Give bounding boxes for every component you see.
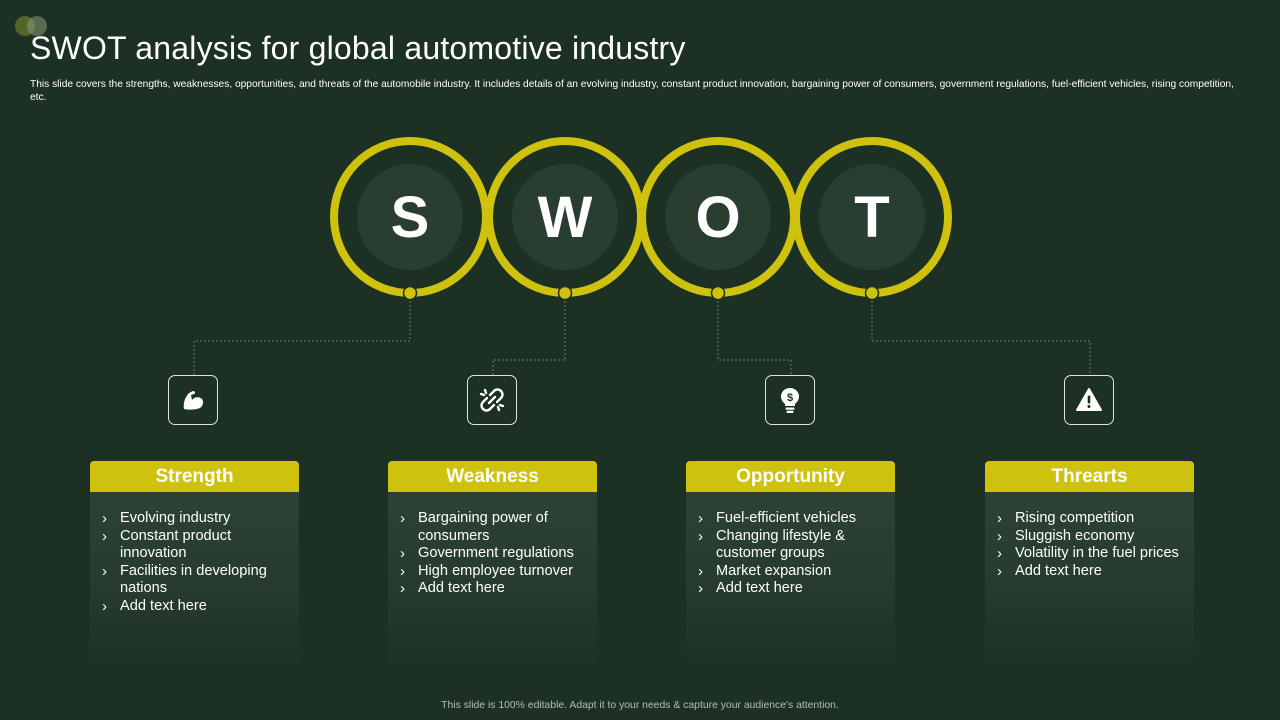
list-item: Sluggish economy (997, 528, 1180, 546)
list-item: Rising competition (997, 510, 1180, 528)
connector-line-s (193, 297, 411, 375)
threats-card: Threarts Rising competition Sluggish eco… (985, 461, 1194, 671)
weakness-list: Bargaining power of consumers Government… (400, 510, 583, 598)
list-item: Constant product innovation (102, 528, 285, 563)
list-item: Fuel-efficient vehicles (698, 510, 881, 528)
connector-line-t (871, 297, 1091, 375)
list-item: Government regulations (400, 545, 583, 563)
opportunity-icon-box: $ (765, 375, 815, 425)
weakness-header: Weakness (388, 461, 597, 492)
warning-triangle-icon (1076, 388, 1102, 411)
letter-o: O (695, 185, 741, 250)
strength-icon-box (168, 375, 218, 425)
weakness-icon-box (467, 375, 517, 425)
strength-header: Strength (90, 461, 299, 492)
threats-icon-box (1064, 375, 1114, 425)
letter-w: W (537, 185, 593, 250)
strength-list: Evolving industry Constant product innov… (102, 510, 285, 616)
weakness-body: Bargaining power of consumers Government… (388, 492, 597, 671)
connector-line-w (492, 297, 566, 375)
letter-t: T (854, 185, 890, 250)
list-item: Market expansion (698, 563, 881, 581)
ring-dot-s (402, 285, 418, 301)
opportunity-header: Opportunity (686, 461, 895, 492)
connector-lines (193, 297, 1091, 375)
svg-text:$: $ (787, 392, 793, 404)
weakness-card: Weakness Bargaining power of consumers G… (388, 461, 597, 671)
list-item: Volatility in the fuel prices (997, 545, 1180, 563)
strength-card: Strength Evolving industry Constant prod… (90, 461, 299, 671)
list-item: Bargaining power of consumers (400, 510, 583, 545)
strength-body: Evolving industry Constant product innov… (90, 492, 299, 671)
ring-dot-w (557, 285, 573, 301)
opportunity-body: Fuel-efficient vehicles Changing lifesty… (686, 492, 895, 671)
list-item: Evolving industry (102, 510, 285, 528)
threats-body: Rising competition Sluggish economy Vola… (985, 492, 1194, 671)
ring-dot-o (710, 285, 726, 301)
list-item: Changing lifestyle & customer groups (698, 528, 881, 563)
threats-header: Threarts (985, 461, 1194, 492)
list-item: Facilities in developing nations (102, 563, 285, 598)
threats-list: Rising competition Sluggish economy Vola… (997, 510, 1180, 580)
list-item: Add text here (997, 563, 1180, 581)
slide-footer: This slide is 100% editable. Adapt it to… (441, 700, 839, 711)
opportunity-card: Opportunity Fuel-efficient vehicles Chan… (686, 461, 895, 671)
list-item: Add text here (698, 580, 881, 598)
broken-link-icon (479, 388, 505, 412)
lightbulb-dollar-icon: $ (781, 388, 799, 413)
ring-dot-t (864, 285, 880, 301)
list-item: Add text here (400, 580, 583, 598)
letter-s: S (390, 185, 430, 250)
flexed-arm-icon (183, 391, 204, 410)
connector-line-o (717, 297, 792, 375)
list-item: High employee turnover (400, 563, 583, 581)
opportunity-list: Fuel-efficient vehicles Changing lifesty… (698, 510, 881, 598)
list-item: Add text here (102, 598, 285, 616)
